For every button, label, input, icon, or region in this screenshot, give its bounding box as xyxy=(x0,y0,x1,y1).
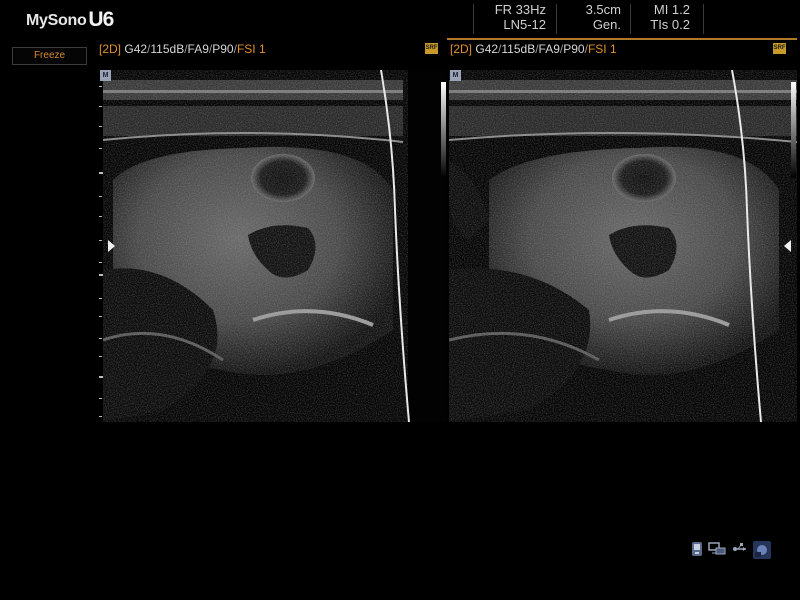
mode-label: [2D] xyxy=(450,42,473,56)
fsi-value: FSI 1 xyxy=(236,42,266,56)
frame-avg-value: FA9 xyxy=(538,42,560,56)
srf-badge: SRF xyxy=(425,43,438,54)
index-group: MI 1.2 TIs 0.2 xyxy=(640,2,690,32)
header-divider xyxy=(473,4,474,34)
left-image-params: [2D] G42/115dB/FA9/P90/FSI 1 xyxy=(99,42,266,56)
usb-icon xyxy=(732,541,748,557)
mode-label: [2D] xyxy=(99,42,122,56)
depth-tick xyxy=(99,216,102,217)
power-value: P90 xyxy=(212,42,234,56)
logo-text: MySono xyxy=(26,12,87,29)
dynamic-range-value: 115dB xyxy=(501,42,536,56)
network-icon xyxy=(708,541,726,557)
focus-marker-icon[interactable] xyxy=(784,240,791,252)
depth-tick xyxy=(99,196,102,197)
depth-tick xyxy=(99,398,102,399)
depth-tick xyxy=(99,106,102,107)
mi-value: MI 1.2 xyxy=(653,2,690,17)
right-image-params: [2D] G42/115dB/FA9/P90/FSI 1 xyxy=(450,42,617,56)
left-ultrasound-image[interactable] xyxy=(103,70,447,422)
power-value: P90 xyxy=(563,42,585,56)
header-bar: MySono U6 FR 33Hz LN5-12 3.5cm Gen. MI 1… xyxy=(0,0,800,38)
right-marker-icon: M xyxy=(450,70,461,81)
depth-tick xyxy=(99,316,102,317)
header-divider xyxy=(630,4,631,34)
depth-tick xyxy=(99,148,102,149)
depth-tick xyxy=(99,356,102,357)
frame-rate-group: FR 33Hz LN5-12 xyxy=(484,2,546,32)
gain-value: G42 xyxy=(475,42,499,56)
right-ultrasound-image[interactable] xyxy=(449,70,797,422)
depth-value: 3.5cm xyxy=(585,2,621,17)
freeze-button[interactable]: Freeze xyxy=(12,47,87,65)
depth-tick xyxy=(99,416,102,417)
frame-rate-value: FR 33Hz xyxy=(494,2,546,17)
left-grayscale-bar xyxy=(441,82,446,178)
dynamic-range-value: 115dB xyxy=(150,42,185,56)
focus-marker-icon[interactable] xyxy=(108,240,115,252)
depth-tick xyxy=(99,298,102,299)
right-grayscale-bar xyxy=(791,82,796,178)
fsi-value: FSI 1 xyxy=(587,42,617,56)
srf-badge: SRF xyxy=(773,43,786,54)
depth-tick xyxy=(99,262,102,263)
left-marker-icon: M xyxy=(100,70,111,81)
depth-tick xyxy=(99,240,102,241)
probe-name: LN5-12 xyxy=(503,17,546,32)
frame-avg-value: FA9 xyxy=(187,42,209,56)
mysono-logo: MySono U6 xyxy=(26,8,114,31)
tis-value: TIs 0.2 xyxy=(650,17,690,32)
depth-group: 3.5cm Gen. xyxy=(566,2,621,32)
header-divider xyxy=(703,4,704,34)
probe-icon xyxy=(690,541,704,557)
gain-value: G42 xyxy=(124,42,148,56)
depth-tick xyxy=(99,126,102,127)
dicom-icon xyxy=(753,541,771,559)
depth-tick xyxy=(99,86,102,87)
depth-tick xyxy=(99,338,102,339)
active-panel-indicator xyxy=(447,38,797,40)
logo-model: U6 xyxy=(88,8,114,31)
header-divider xyxy=(556,4,557,34)
preset-value: Gen. xyxy=(592,17,621,32)
